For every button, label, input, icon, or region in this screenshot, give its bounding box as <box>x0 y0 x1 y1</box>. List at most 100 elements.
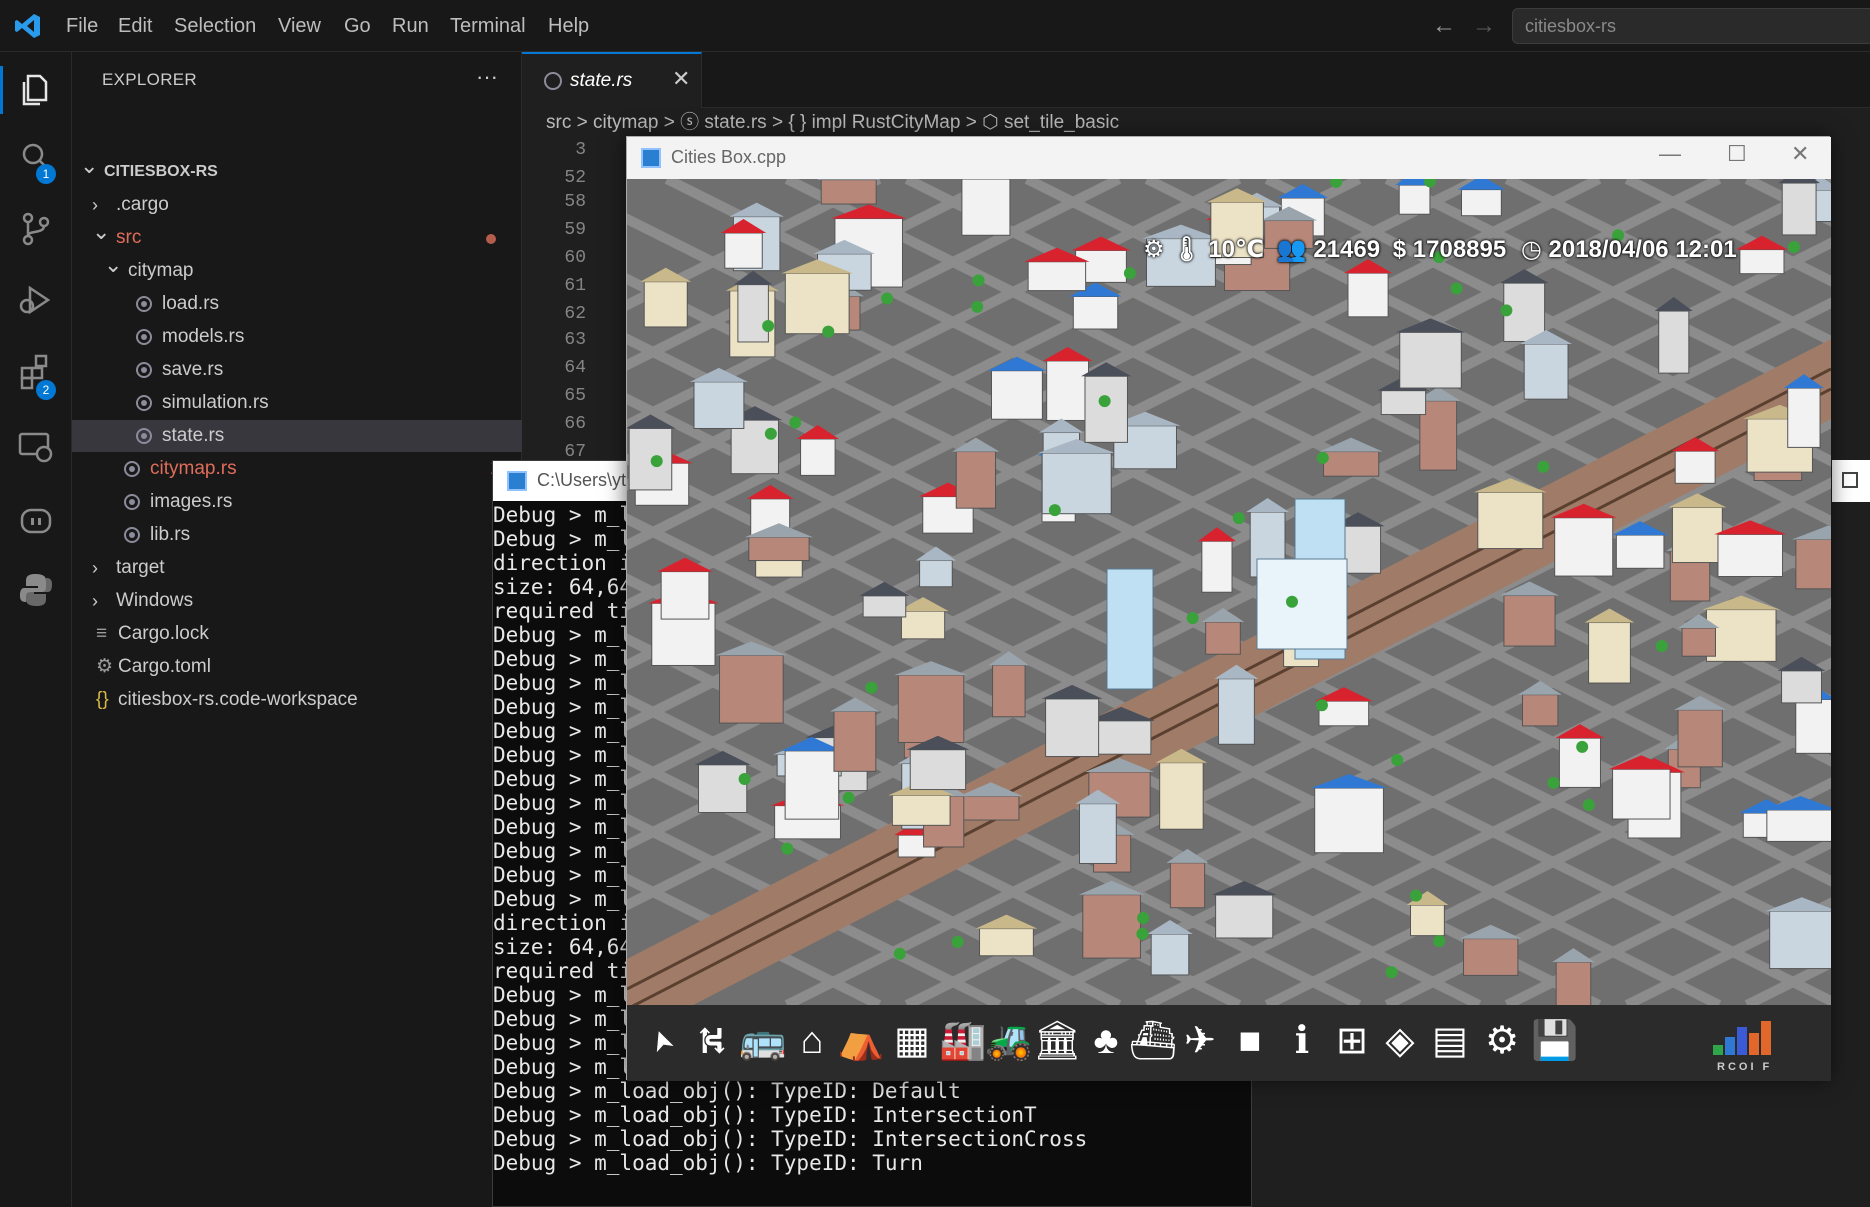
city-map-canvas[interactable]: ⚙ 🌡 10℃ 👥 21469 $ 1708895 ◷ 2018/04/06 1… <box>627 179 1831 1005</box>
maximize-icon[interactable]: ☐ <box>1727 141 1747 167</box>
tree-item[interactable]: › Windows <box>72 585 522 617</box>
vscode-logo-icon <box>15 14 40 38</box>
activity-bar: 1 2 <box>0 52 72 1207</box>
tree-item[interactable]: › target <box>72 552 522 584</box>
chevron-down-icon[interactable]: ⌄ <box>80 150 98 182</box>
airplane-icon[interactable]: ✈ <box>1177 1017 1223 1065</box>
breadcrumb[interactable]: src > citymap > ⓢ state.rs > { } impl Ru… <box>546 108 1119 138</box>
hud-backdrop <box>1057 189 1831 229</box>
minimize-icon[interactable]: — <box>1659 141 1681 167</box>
tree-item[interactable]: › .cargo <box>72 189 522 221</box>
menu-view[interactable]: View <box>278 0 321 52</box>
more-actions-icon[interactable]: ··· <box>476 64 498 90</box>
tree-item[interactable]: {} citiesbox-rs.code-workspace <box>72 684 522 716</box>
tractor-icon[interactable]: 🚜 <box>985 1017 1032 1065</box>
chevron-down-icon[interactable]: ⌄ <box>92 216 110 248</box>
ship-icon[interactable]: ⛴ <box>1129 1017 1177 1065</box>
building <box>719 654 784 724</box>
building <box>1072 295 1119 330</box>
copilot-icon[interactable] <box>16 498 56 538</box>
close-icon[interactable]: ✕ <box>672 66 690 92</box>
tree <box>789 416 802 429</box>
tree-item[interactable]: save.rs <box>72 354 522 386</box>
factory-icon[interactable]: 🏭 <box>939 1017 986 1065</box>
building <box>833 710 877 772</box>
settings-gear-icon[interactable]: ⚙ <box>1143 236 1165 263</box>
line-number: 52 <box>564 168 586 188</box>
house-icon[interactable]: ⌂ <box>789 1017 835 1065</box>
menu-terminal[interactable]: Terminal <box>450 0 526 52</box>
tree-icon[interactable]: ♣ <box>1083 1017 1129 1065</box>
office-building <box>1256 558 1348 650</box>
tree-item-label: save.rs <box>162 359 224 380</box>
tree <box>822 325 835 338</box>
office-icon[interactable]: ▦ <box>889 1017 935 1065</box>
tree-item[interactable]: ⚙ Cargo.toml <box>72 651 522 683</box>
tree-item[interactable]: state.rs <box>72 420 522 452</box>
building <box>961 179 1011 236</box>
cursor-icon[interactable]: ➤ <box>632 1011 693 1071</box>
chevron-right-icon[interactable]: › <box>92 552 98 584</box>
tree-item[interactable]: ⌄ CITIESBOX-RS <box>72 153 522 188</box>
game-title-bar[interactable]: Cities Box.cpp — ☐ ✕ <box>627 137 1831 179</box>
tree-item[interactable]: ⌄ citymap <box>72 252 522 287</box>
tree-item-label: citymap.rs <box>150 458 237 479</box>
tree-item[interactable]: ⌄ src <box>72 219 522 254</box>
rust-file-icon <box>136 329 152 345</box>
tree-item[interactable]: lib.rs <box>72 519 522 551</box>
eraser-icon[interactable]: ◈ <box>1377 1017 1423 1065</box>
chevron-right-icon[interactable]: › <box>92 585 98 617</box>
remote-explorer-icon[interactable] <box>16 426 56 466</box>
source-control-icon[interactable] <box>16 208 56 248</box>
tree-item-label: citymap <box>128 260 194 281</box>
building <box>1399 331 1462 389</box>
chevron-down-icon[interactable]: ⌄ <box>104 249 122 281</box>
console-line: Debug > m_load_obj(): TypeID: Intersecti… <box>493 1103 1037 1127</box>
tree <box>1286 595 1298 608</box>
save-icon[interactable]: 💾 <box>1531 1017 1578 1065</box>
building <box>1521 694 1559 727</box>
building <box>1027 261 1087 292</box>
rcoi-bars-icon <box>1713 1021 1771 1055</box>
menu-file[interactable]: File <box>66 0 98 52</box>
maximize-icon[interactable] <box>1842 472 1858 488</box>
run-debug-icon[interactable] <box>16 280 56 320</box>
tree-item[interactable]: images.rs <box>72 486 522 518</box>
menu-run[interactable]: Run <box>392 0 429 52</box>
bus-icon[interactable]: 🚌 <box>739 1017 786 1065</box>
command-center-search[interactable]: citiesbox-rs <box>1512 8 1870 44</box>
building <box>1046 360 1090 421</box>
background-window-edge[interactable] <box>1832 460 1870 502</box>
card-icon[interactable]: ▤ <box>1427 1017 1473 1065</box>
museum-icon[interactable]: 🏛 <box>1033 1017 1081 1065</box>
line-number: 58 <box>564 192 586 212</box>
tree-item[interactable]: simulation.rs <box>72 387 522 419</box>
building <box>1739 249 1785 275</box>
building <box>891 794 951 826</box>
tree-item[interactable]: models.rs <box>72 321 522 353</box>
arrow-right-icon[interactable]: → <box>1472 12 1496 40</box>
tree-item[interactable]: ≡ Cargo.lock <box>72 618 522 650</box>
settings-icon[interactable]: ⚙ <box>1479 1017 1525 1065</box>
tree <box>951 935 964 948</box>
python-icon[interactable] <box>16 570 56 610</box>
explorer-files-icon[interactable] <box>16 70 56 110</box>
menu-selection[interactable]: Selection <box>174 0 256 52</box>
arrow-left-icon[interactable]: ← <box>1432 12 1456 40</box>
grid-icon[interactable]: ⊞ <box>1329 1017 1375 1065</box>
close-icon[interactable]: ✕ <box>1791 141 1809 167</box>
info-icon[interactable]: ℹ <box>1279 1017 1325 1065</box>
line-number: 67 <box>564 442 586 462</box>
road-icon[interactable]: ⛕ <box>689 1017 735 1065</box>
building <box>1159 762 1204 830</box>
menu-go[interactable]: Go <box>344 0 371 52</box>
city-map-graphic[interactable] <box>627 179 1831 1005</box>
tab-state-rs[interactable]: state.rs ✕ <box>522 52 702 108</box>
menu-edit[interactable]: Edit <box>118 0 152 52</box>
tree-item[interactable]: load.rs <box>72 288 522 320</box>
menu-help[interactable]: Help <box>548 0 589 52</box>
blank-tile-icon[interactable]: ■ <box>1227 1017 1273 1065</box>
shop-icon[interactable]: ⛺ <box>837 1017 884 1065</box>
cities-box-window[interactable]: Cities Box.cpp — ☐ ✕ ⚙ 🌡 10℃ 👥 21469 $ 1… <box>626 136 1831 1081</box>
tree-item[interactable]: citymap.rs1 <box>72 453 522 485</box>
